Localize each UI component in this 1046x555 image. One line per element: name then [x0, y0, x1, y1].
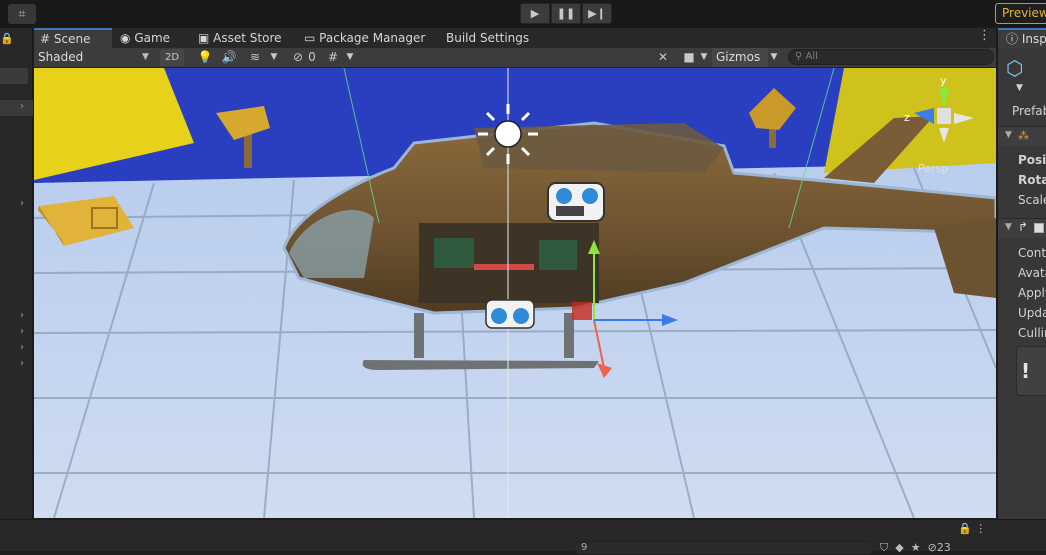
chevron-down-icon[interactable]: ▼ — [268, 49, 280, 66]
update-mode-label: Update Mode — [1018, 306, 1046, 320]
info-box: ! — [1016, 346, 1046, 396]
expand-arrow-icon[interactable]: › — [20, 198, 24, 209]
more-options-icon[interactable]: ⋮ — [978, 28, 991, 43]
projection-label: Persp — [918, 162, 948, 175]
tools-icon[interactable]: ✕ — [654, 49, 672, 66]
rotation-label: Rotation — [1018, 173, 1046, 187]
hierarchy-selected-row[interactable]: › — [0, 100, 33, 116]
expand-arrow-icon[interactable]: › — [20, 101, 24, 112]
scene-viewport[interactable]: y z Persp — [34, 68, 996, 518]
asset-store-icon: ▣ — [198, 31, 210, 45]
tab-label: Build Settings — [446, 31, 530, 45]
game-icon: ◉ — [120, 31, 131, 45]
scene-tab-bar: # Scene ◉ Game ▣ Asset Store ▭ Package M… — [34, 28, 996, 48]
gizmos-dropdown[interactable]: Gizmos — [712, 48, 768, 67]
transform-icon: ⁂ — [1018, 129, 1029, 142]
2d-mode-button[interactable]: 2D — [160, 49, 184, 66]
main-toolbar: ⌗ ▶ ❚❚ ▶❙ Preview — [0, 0, 1046, 28]
warning-icon: ! — [1021, 359, 1031, 383]
scene-search-input[interactable]: ⚲ All — [788, 49, 994, 65]
search-placeholder: All — [805, 51, 818, 62]
inspector-panel: ⓘ Inspector ⬡ ▼ Prefab ▼ ⁂ Position Rota… — [997, 28, 1046, 519]
hidden-count: 0 — [308, 50, 316, 64]
tab-label: Package Manager — [319, 31, 426, 45]
culling-mode-label: Culling Mode — [1018, 326, 1046, 340]
bottom-panel-controls[interactable]: 🔒 ⋮ — [958, 522, 986, 535]
animator-icon: ↱ — [1018, 220, 1029, 234]
scene-render: y z Persp — [34, 68, 996, 518]
step-button[interactable]: ▶❙ — [582, 3, 612, 24]
package-icon: ▭ — [304, 31, 316, 45]
audio-listener-gizmo — [485, 299, 535, 329]
hidden-packages-count: 23 — [936, 541, 951, 554]
chevron-down-icon: ▼ — [1005, 222, 1012, 232]
tab-game[interactable]: ◉ Game — [114, 28, 170, 48]
play-button[interactable]: ▶ — [520, 3, 550, 24]
pause-button[interactable]: ❚❚ — [551, 3, 581, 24]
label-icon[interactable]: ◆ — [895, 541, 903, 554]
camera-icon[interactable]: ■ — [680, 49, 698, 66]
apply-root-motion-label: Apply Root Motion — [1018, 286, 1046, 300]
axis-z-label: z — [904, 111, 910, 124]
scene-view-toolbar: Shaded ▼ 2D 💡 🔊 ≋ ▼ ⊘ 0 # ▼ ✕ ■ ▼ Gizmos… — [34, 48, 996, 68]
lighting-icon[interactable]: 💡 — [196, 49, 214, 66]
tab-package-manager[interactable]: ▭ Package Manager — [298, 28, 425, 48]
preview-packages-button[interactable]: Preview — [995, 3, 1046, 24]
chevron-down-icon: ▼ — [1005, 130, 1012, 140]
grid-icon[interactable]: # — [324, 49, 342, 66]
chevron-down-icon[interactable]: ▼ — [768, 49, 780, 66]
collab-icon[interactable]: ⌗ — [8, 4, 36, 24]
enable-checkbox[interactable] — [1034, 223, 1044, 233]
shading-mode-dropdown[interactable]: Shaded — [34, 48, 154, 67]
tab-label: Asset Store — [213, 31, 282, 45]
audio-icon[interactable]: 🔊 — [220, 49, 238, 66]
hidden-packages-icon[interactable]: ⊘ — [928, 541, 937, 554]
hierarchy-search-input[interactable] — [0, 68, 28, 84]
star-icon[interactable]: ★ — [911, 541, 921, 554]
effects-icon[interactable]: ≋ — [244, 49, 266, 66]
filter-icon[interactable]: ⛉ — [880, 541, 888, 554]
tab-label: Game — [134, 31, 171, 45]
tab-scene[interactable]: # Scene — [34, 28, 112, 48]
chevron-down-icon[interactable]: ▼ — [698, 49, 710, 66]
controller-label: Controller — [1018, 246, 1046, 260]
search-value: 9 — [581, 542, 588, 553]
avatar-label: Avatar — [1018, 266, 1046, 280]
prefab-label: Prefab — [1012, 104, 1046, 118]
hierarchy-panel: 🔒 › › › › › › — [0, 28, 33, 519]
scale-label: Scale — [1018, 193, 1046, 207]
tab-label: Inspector — [1021, 32, 1046, 46]
bottom-panel: 🔒 ⋮ 9 ⛉ ◆ ★ ⊘23 — [0, 519, 1046, 555]
tab-asset-store[interactable]: ▣ Asset Store — [192, 28, 282, 48]
axis-y-label: y — [940, 74, 947, 87]
tab-inspector[interactable]: ⓘ Inspector — [998, 28, 1046, 48]
expand-arrow-icon[interactable]: › — [20, 326, 24, 337]
expand-arrow-icon[interactable]: › — [20, 310, 24, 321]
camera-gizmo — [547, 182, 605, 222]
tab-label: Scene — [53, 32, 91, 46]
expand-arrow-icon[interactable]: › — [20, 358, 24, 369]
chevron-down-icon[interactable]: ▼ — [344, 49, 356, 66]
project-toolbar-icons[interactable]: ⛉ ◆ ★ ⊘23 — [880, 541, 951, 555]
transform-header[interactable]: ▼ ⁂ — [998, 126, 1046, 146]
animator-header[interactable]: ▼ ↱ — [998, 218, 1046, 238]
chevron-down-icon: ▼ — [142, 52, 149, 62]
tab-build-settings[interactable]: Build Settings — [440, 28, 529, 48]
cube-icon: ⬡ — [1006, 56, 1024, 80]
position-label: Position — [1018, 153, 1046, 167]
expand-arrow-icon[interactable]: › — [20, 342, 24, 353]
scene-icon: # — [40, 32, 51, 46]
hidden-objects-icon[interactable]: ⊘ — [288, 49, 308, 66]
project-search-input[interactable]: 9 — [574, 541, 874, 555]
lock-icon[interactable]: 🔒 — [0, 32, 14, 45]
chevron-down-icon[interactable]: ▼ — [1016, 83, 1023, 93]
